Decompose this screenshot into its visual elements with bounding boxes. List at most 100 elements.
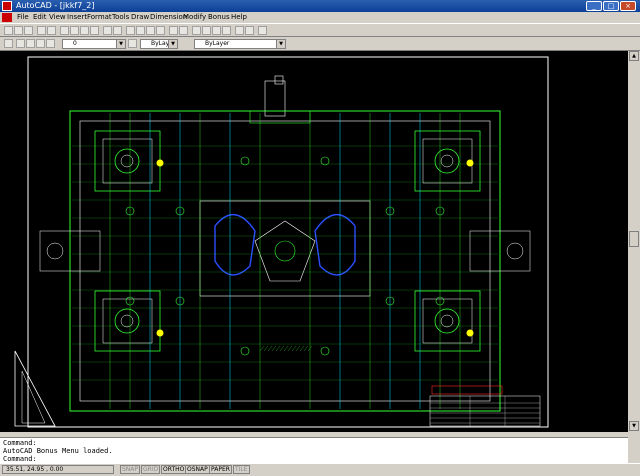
corner-bore-inner bbox=[120, 154, 134, 168]
scroll-up-icon[interactable]: ▲ bbox=[629, 51, 639, 61]
cavity-frame bbox=[199, 200, 371, 297]
menu-format[interactable]: Format bbox=[87, 13, 112, 21]
hatch-line bbox=[295, 345, 301, 352]
hatch-line bbox=[279, 345, 285, 352]
menu-modify[interactable]: Modify bbox=[183, 13, 206, 21]
design-center-icon[interactable] bbox=[245, 26, 254, 35]
layer-state-icon[interactable] bbox=[16, 39, 25, 48]
command-prompt[interactable]: Command: bbox=[3, 455, 37, 463]
menu-insert[interactable]: Insert bbox=[67, 13, 87, 21]
properties-icon[interactable] bbox=[235, 26, 244, 35]
redo-icon[interactable] bbox=[113, 26, 122, 35]
tracking-icon[interactable] bbox=[136, 26, 145, 35]
hatch-line bbox=[291, 345, 297, 352]
layer-dropdown[interactable]: 0 ▼ bbox=[62, 39, 126, 49]
slide-left-pin bbox=[46, 242, 64, 260]
menu-edit[interactable]: Edit bbox=[33, 13, 47, 21]
corner-bore-inner bbox=[440, 154, 454, 168]
menu-bonus[interactable]: Bonus bbox=[208, 13, 230, 21]
ortho-toggle[interactable]: ORTHO bbox=[161, 465, 187, 474]
paper-toggle[interactable]: PAPER bbox=[209, 465, 232, 474]
drawing-canvas[interactable] bbox=[0, 51, 628, 432]
preview-icon[interactable] bbox=[47, 26, 56, 35]
ucs-icon[interactable] bbox=[146, 26, 155, 35]
layer-name: 0 bbox=[73, 40, 77, 47]
zoom-previous-icon[interactable] bbox=[222, 26, 231, 35]
pan-icon[interactable] bbox=[192, 26, 201, 35]
bolt-hole bbox=[240, 156, 250, 166]
plot-icon[interactable] bbox=[46, 39, 55, 48]
hatch-line bbox=[259, 345, 265, 352]
menu-dimension[interactable]: Dimension bbox=[150, 13, 187, 21]
corner-bore bbox=[434, 148, 460, 174]
help-icon[interactable] bbox=[258, 26, 267, 35]
autocad-app-icon[interactable] bbox=[2, 1, 12, 11]
copy-icon[interactable] bbox=[70, 26, 79, 35]
grid-toggle[interactable]: GRID bbox=[141, 465, 161, 474]
scroll-thumb[interactable] bbox=[629, 231, 639, 247]
sun-icon[interactable] bbox=[26, 39, 35, 48]
corner-bore bbox=[434, 308, 460, 334]
close-button[interactable]: × bbox=[620, 1, 636, 11]
zoom-window-icon[interactable] bbox=[212, 26, 221, 35]
title-label-box bbox=[431, 385, 503, 395]
cavity-left bbox=[214, 214, 256, 276]
hyperlink-icon[interactable] bbox=[126, 26, 135, 35]
print-icon[interactable] bbox=[37, 26, 46, 35]
make-current-layer-icon[interactable] bbox=[128, 39, 137, 48]
sprue-top bbox=[274, 75, 284, 85]
maximize-button[interactable]: □ bbox=[603, 1, 619, 11]
bolt-hole bbox=[320, 346, 330, 356]
linetype-dropdown[interactable]: ByLayer ▼ bbox=[194, 39, 286, 49]
tile-toggle[interactable]: TILE bbox=[233, 465, 250, 474]
yellow-marker bbox=[156, 159, 164, 167]
core-pin bbox=[274, 240, 296, 262]
coordinate-display: 35.51, 24.95 , 0.00 bbox=[2, 465, 114, 474]
yellow-marker bbox=[466, 159, 474, 167]
distance-icon[interactable] bbox=[156, 26, 165, 35]
yellow-marker bbox=[156, 329, 164, 337]
command-history-line: Command: bbox=[3, 439, 37, 447]
menu-file[interactable]: File bbox=[17, 13, 29, 21]
lock-icon[interactable] bbox=[36, 39, 45, 48]
cavity-right bbox=[314, 214, 356, 276]
menu-help[interactable]: Help bbox=[231, 13, 247, 21]
undo-icon[interactable] bbox=[103, 26, 112, 35]
hatch-line bbox=[263, 345, 269, 352]
zoom-realtime-icon[interactable] bbox=[202, 26, 211, 35]
scroll-down-icon[interactable]: ▼ bbox=[629, 421, 639, 431]
hatch-line bbox=[287, 345, 293, 352]
drawing-system-icon[interactable] bbox=[2, 13, 12, 22]
chevron-down-icon: ▼ bbox=[168, 40, 177, 48]
corner-block-inner bbox=[102, 138, 153, 184]
paste-icon[interactable] bbox=[80, 26, 89, 35]
aerial-view-icon[interactable] bbox=[179, 26, 188, 35]
menu-bar: File Edit View Insert Format Tools Draw … bbox=[0, 12, 640, 33]
menu-tools[interactable]: Tools bbox=[112, 13, 129, 21]
ucs-triangle-inner bbox=[21, 370, 46, 424]
menu-draw[interactable]: Draw bbox=[131, 13, 149, 21]
command-scrollbar[interactable] bbox=[628, 437, 640, 463]
cut-icon[interactable] bbox=[60, 26, 69, 35]
cad-drawing bbox=[14, 56, 549, 428]
menu-view[interactable]: View bbox=[49, 13, 66, 21]
ucs-triangle bbox=[14, 350, 56, 427]
redraw-icon[interactable] bbox=[169, 26, 178, 35]
vertical-scrollbar[interactable]: ▲ ▼ bbox=[628, 51, 640, 432]
match-properties-icon[interactable] bbox=[90, 26, 99, 35]
layers-icon[interactable] bbox=[4, 39, 13, 48]
corner-bore-inner bbox=[120, 314, 134, 328]
new-icon[interactable] bbox=[4, 26, 13, 35]
hatch-line bbox=[283, 345, 289, 352]
bolt-hole bbox=[240, 346, 250, 356]
color-dropdown[interactable]: ByLayer ▼ bbox=[140, 39, 178, 49]
title-bar: AutoCAD - [jkkf7_2] _ □ × bbox=[0, 0, 640, 12]
open-icon[interactable] bbox=[14, 26, 23, 35]
bolt-hole bbox=[320, 156, 330, 166]
hatch-line bbox=[275, 345, 281, 352]
minimize-button[interactable]: _ bbox=[586, 1, 602, 11]
osnap-toggle[interactable]: OSNAP bbox=[185, 465, 210, 474]
snap-toggle[interactable]: SNAP bbox=[120, 465, 141, 474]
save-icon[interactable] bbox=[24, 26, 33, 35]
command-window[interactable]: Command: AutoCAD Bonus Menu loaded. Comm… bbox=[0, 437, 628, 464]
